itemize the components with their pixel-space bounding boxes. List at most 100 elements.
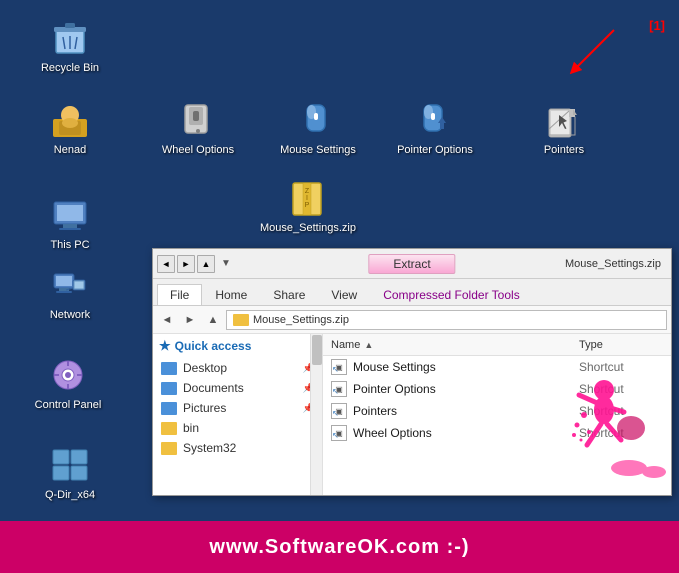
controlpanel-icon xyxy=(48,355,88,395)
desktop: [1] Recycle Bin xyxy=(0,0,679,520)
tab-home[interactable]: Home xyxy=(202,284,260,305)
desktop-icon-thispc[interactable]: This PC xyxy=(30,195,110,252)
desktop-icon-recycle-bin[interactable]: Recycle Bin xyxy=(30,18,110,75)
file-row-pointer-options[interactable]: ▣ ↖ Pointer Options Shortcut xyxy=(323,378,671,400)
quick-access-label: Quick access xyxy=(175,339,252,353)
sidebar-item-desktop[interactable]: Desktop 📌 xyxy=(153,358,322,378)
shortcut-icon-wheel: ▣ ↖ xyxy=(331,425,347,441)
controlpanel-label: Control Panel xyxy=(35,399,102,412)
shortcut-icon-pointers: ▣ ↖ xyxy=(331,403,347,419)
bottom-bar: www.SoftwareOK.com :-) xyxy=(0,521,679,573)
file-row-mouse-settings[interactable]: ▣ ↖ Mouse Settings Shortcut xyxy=(323,356,671,378)
recycle-bin-label: Recycle Bin xyxy=(41,62,99,75)
tb-forward-btn[interactable]: ► xyxy=(177,255,195,273)
network-icon xyxy=(50,265,90,305)
pointers-label: Pointers xyxy=(544,144,584,157)
file-name-pointer-options: ▣ ↖ Pointer Options xyxy=(323,381,571,397)
annotation-label: [1] xyxy=(649,18,665,33)
address-bar: ◄ ► ▲ Mouse_Settings.zip xyxy=(153,306,671,334)
address-folder-icon xyxy=(233,314,249,326)
nenad-label: Nenad xyxy=(54,144,86,157)
wheel-options-label: Wheel Options xyxy=(162,144,234,157)
desktop-icon-pointer-options[interactable]: Pointer Options xyxy=(395,100,475,157)
wheel-options-icon xyxy=(178,100,218,140)
mouse-settings-label: Mouse Settings xyxy=(280,144,356,157)
explorer-window: ◄ ► ▲ ▼ Extract Mouse_Settings.zip File … xyxy=(152,248,672,496)
qdir-label: Q-Dir_x64 xyxy=(45,489,95,502)
file-name-mouse-settings: ▣ ↖ Mouse Settings xyxy=(323,359,571,375)
qdir-icon xyxy=(50,445,90,485)
thispc-label: This PC xyxy=(50,239,89,252)
content-area: ★ Quick access Desktop 📌 Documents 📌 Pic… xyxy=(153,334,671,495)
sidebar-item-system32[interactable]: System32 xyxy=(153,438,322,458)
sidebar-quick-access[interactable]: ★ Quick access xyxy=(153,334,322,358)
sidebar: ★ Quick access Desktop 📌 Documents 📌 Pic… xyxy=(153,334,323,495)
nav-forward[interactable]: ► xyxy=(180,310,200,330)
file-list: Name ▲ Type ▣ ↖ Mouse Settings xyxy=(323,334,671,495)
zip-icon: Z I P xyxy=(288,178,328,218)
title-bar-controls: ◄ ► ▲ ▼ xyxy=(157,255,231,273)
svg-text:P: P xyxy=(305,202,310,209)
scrollbar-thumb[interactable] xyxy=(312,335,322,365)
svg-text:Z: Z xyxy=(305,188,310,195)
bottom-text: www.SoftwareOK.com :-) xyxy=(209,536,469,559)
title-bar: ◄ ► ▲ ▼ Extract Mouse_Settings.zip xyxy=(153,249,671,279)
file-type-pointer-options: Shortcut xyxy=(571,382,671,396)
desktop-icon-nenad[interactable]: Nenad xyxy=(30,100,110,157)
file-row-pointers[interactable]: ▣ ↖ Pointers Shortcut xyxy=(323,400,671,422)
sidebar-item-pictures[interactable]: Pictures 📌 xyxy=(153,398,322,418)
system32-folder-icon xyxy=(161,442,177,455)
address-path[interactable]: Mouse_Settings.zip xyxy=(226,310,667,330)
shortcut-overlay: ↖ xyxy=(332,365,339,374)
nav-back[interactable]: ◄ xyxy=(157,310,177,330)
tb-up-btn[interactable]: ▲ xyxy=(197,255,215,273)
file-row-wheel-options[interactable]: ▣ ↖ Wheel Options Shortcut xyxy=(323,422,671,444)
pointer-options-icon xyxy=(415,100,455,140)
file-type-wheel-options: Shortcut xyxy=(571,426,671,440)
desktop-icon-pointers[interactable]: Pointers xyxy=(524,100,604,157)
pointers-icon xyxy=(544,100,584,140)
address-text: Mouse_Settings.zip xyxy=(253,314,349,326)
desktop-icon-wheel-options[interactable]: Wheel Options xyxy=(158,100,238,157)
sidebar-documents-label: Documents xyxy=(183,381,244,395)
col-name: Name ▲ xyxy=(323,339,571,351)
sidebar-bin-label: bin xyxy=(183,421,199,435)
col-type: Type xyxy=(571,339,671,351)
desktop-icon-mouse-settings-zip[interactable]: Z I P Mouse_Settings.zip xyxy=(268,178,348,235)
sidebar-scrollbar[interactable] xyxy=(310,334,322,495)
pictures-folder-icon xyxy=(161,402,177,415)
sidebar-item-bin[interactable]: bin xyxy=(153,418,322,438)
desktop-icon-network[interactable]: Network xyxy=(30,265,110,322)
shortcut-overlay-3: ↖ xyxy=(332,409,339,418)
tb-back-btn[interactable]: ◄ xyxy=(157,255,175,273)
nenad-icon xyxy=(50,100,90,140)
file-name-pointers: ▣ ↖ Pointers xyxy=(323,403,571,419)
svg-text:I: I xyxy=(306,195,308,202)
bin-folder-icon xyxy=(161,422,177,435)
sidebar-item-documents[interactable]: Documents 📌 xyxy=(153,378,322,398)
sidebar-pictures-label: Pictures xyxy=(183,401,226,415)
pointer-options-label: Pointer Options xyxy=(397,144,473,157)
extract-button[interactable]: Extract xyxy=(368,254,455,274)
tab-view[interactable]: View xyxy=(318,284,370,305)
desktop-icon-mouse-settings[interactable]: Mouse Settings xyxy=(278,100,358,157)
tab-share[interactable]: Share xyxy=(260,284,318,305)
shortcut-icon-mouse: ▣ ↖ xyxy=(331,359,347,375)
shortcut-icon-pointer: ▣ ↖ xyxy=(331,381,347,397)
file-type-pointers: Shortcut xyxy=(571,404,671,418)
quick-access-star: ★ xyxy=(159,338,171,354)
desktop-icon-qdir[interactable]: Q-Dir_x64 xyxy=(30,445,110,502)
tab-file[interactable]: File xyxy=(157,284,202,305)
documents-folder-icon xyxy=(161,382,177,395)
annotation-arrow xyxy=(559,28,619,78)
nav-up[interactable]: ▲ xyxy=(203,310,223,330)
shortcut-overlay-4: ↖ xyxy=(332,431,339,440)
desktop-icon-controlpanel[interactable]: Control Panel xyxy=(28,355,108,412)
sort-arrow: ▲ xyxy=(364,340,373,350)
shortcut-overlay-2: ↖ xyxy=(332,387,339,396)
recycle-bin-icon xyxy=(50,18,90,58)
tab-compressed[interactable]: Compressed Folder Tools xyxy=(370,284,533,305)
mouse-settings-icon xyxy=(298,100,338,140)
window-title: Mouse_Settings.zip xyxy=(565,258,661,270)
file-name-wheel-options: ▣ ↖ Wheel Options xyxy=(323,425,571,441)
